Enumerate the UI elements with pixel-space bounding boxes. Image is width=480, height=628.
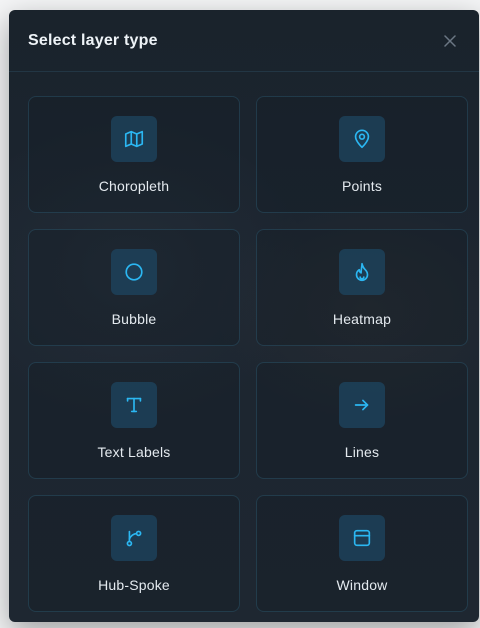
layer-option-label: Bubble bbox=[111, 311, 157, 327]
icon-tile bbox=[339, 249, 385, 295]
close-button[interactable] bbox=[440, 31, 460, 51]
hub-spoke-icon bbox=[126, 530, 142, 547]
close-icon bbox=[444, 34, 456, 47]
layer-option-label: Window bbox=[336, 577, 388, 593]
icon-tile bbox=[339, 116, 385, 162]
layer-option-window[interactable]: Window bbox=[256, 495, 468, 612]
circle-icon bbox=[125, 263, 143, 281]
icon-tile bbox=[111, 116, 157, 162]
icon-tile bbox=[339, 382, 385, 428]
layer-option-label: Text Labels bbox=[97, 444, 171, 460]
layer-option-bubble[interactable]: Bubble bbox=[28, 229, 240, 346]
icon-tile bbox=[111, 249, 157, 295]
arrow-right-icon bbox=[354, 399, 369, 411]
layer-option-label: Lines bbox=[344, 444, 380, 460]
icon-tile bbox=[111, 515, 157, 561]
layer-option-heatmap[interactable]: Heatmap bbox=[256, 229, 468, 346]
layer-option-choropleth[interactable]: Choropleth bbox=[28, 96, 240, 213]
layer-option-points[interactable]: Points bbox=[256, 96, 468, 213]
icon-tile bbox=[111, 382, 157, 428]
flame-icon bbox=[355, 262, 369, 281]
layer-option-hub-spoke[interactable]: Hub-Spoke bbox=[28, 495, 240, 612]
window-icon bbox=[353, 529, 371, 547]
layer-option-label: Heatmap bbox=[332, 311, 392, 327]
layer-option-label: Choropleth bbox=[98, 178, 170, 194]
layer-option-label: Hub-Spoke bbox=[98, 577, 170, 593]
icon-tile bbox=[339, 515, 385, 561]
map-pin-icon bbox=[354, 129, 370, 149]
text-icon bbox=[126, 397, 142, 413]
dialog-header: Select layer type bbox=[9, 10, 479, 72]
select-layer-type-dialog: Select layer type Choropleth Points Bubb… bbox=[9, 10, 479, 622]
dialog-title: Select layer type bbox=[28, 31, 158, 49]
layer-option-label: Points bbox=[341, 178, 383, 194]
layer-type-grid: Choropleth Points Bubble Heatmap Text La… bbox=[9, 72, 479, 612]
layer-option-text-labels[interactable]: Text Labels bbox=[28, 362, 240, 479]
map-icon bbox=[124, 130, 144, 148]
layer-option-lines[interactable]: Lines bbox=[256, 362, 468, 479]
